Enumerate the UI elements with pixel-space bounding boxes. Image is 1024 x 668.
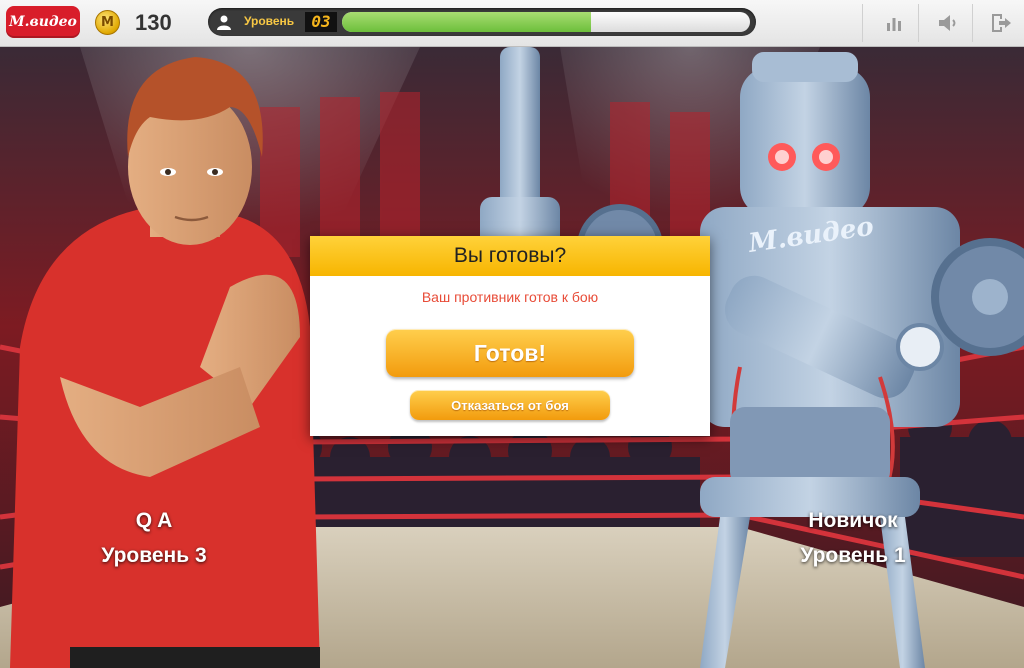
dialog-title: Вы готовы? [310,236,710,276]
mvideo-logo[interactable]: М.видео [6,6,80,38]
user-icon [217,15,231,30]
dialog-subtitle: Ваш противник готов к бою [421,289,599,305]
divider [918,4,919,42]
divider [972,4,973,42]
level-bar: Уровень 03 [208,8,756,36]
stats-icon[interactable] [881,10,907,36]
level-progress-fill [342,12,591,32]
level-label: Уровень [244,14,295,28]
opponent-name: Новичок [808,509,898,532]
refuse-fight-button[interactable]: Отказаться от боя [410,390,610,420]
level-value: 03 [305,12,337,32]
coin-count: 130 [135,10,172,35]
level-progress [342,12,750,32]
sound-icon[interactable] [935,10,961,36]
exit-icon[interactable] [988,10,1014,36]
player-name: Q A [135,509,173,532]
divider [862,4,863,42]
player-level: Уровень 3 [101,544,207,567]
coin-icon: М [95,10,120,35]
ready-button[interactable]: Готов! [386,329,634,377]
ready-dialog: Вы готовы? Ваш противник готов к бою Гот… [310,236,710,436]
opponent-level: Уровень 1 [800,544,906,567]
top-bar: М.видео М 130 Уровень 03 [0,0,1024,47]
